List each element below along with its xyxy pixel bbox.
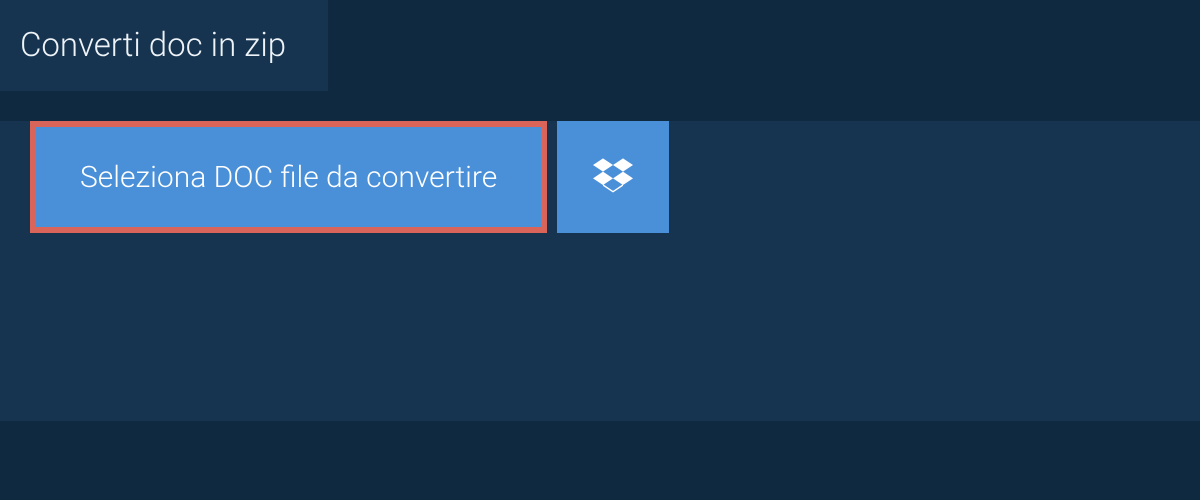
dropbox-button[interactable] xyxy=(557,121,669,233)
select-file-button[interactable]: Seleziona DOC file da convertire xyxy=(30,121,547,233)
page-title-tab: Converti doc in zip xyxy=(0,0,328,91)
page-title: Converti doc in zip xyxy=(20,26,286,65)
select-file-button-label: Seleziona DOC file da convertire xyxy=(80,160,497,195)
content-panel: Seleziona DOC file da convertire xyxy=(0,121,1200,421)
dropbox-icon xyxy=(593,155,633,199)
action-button-row: Seleziona DOC file da convertire xyxy=(30,121,1200,233)
